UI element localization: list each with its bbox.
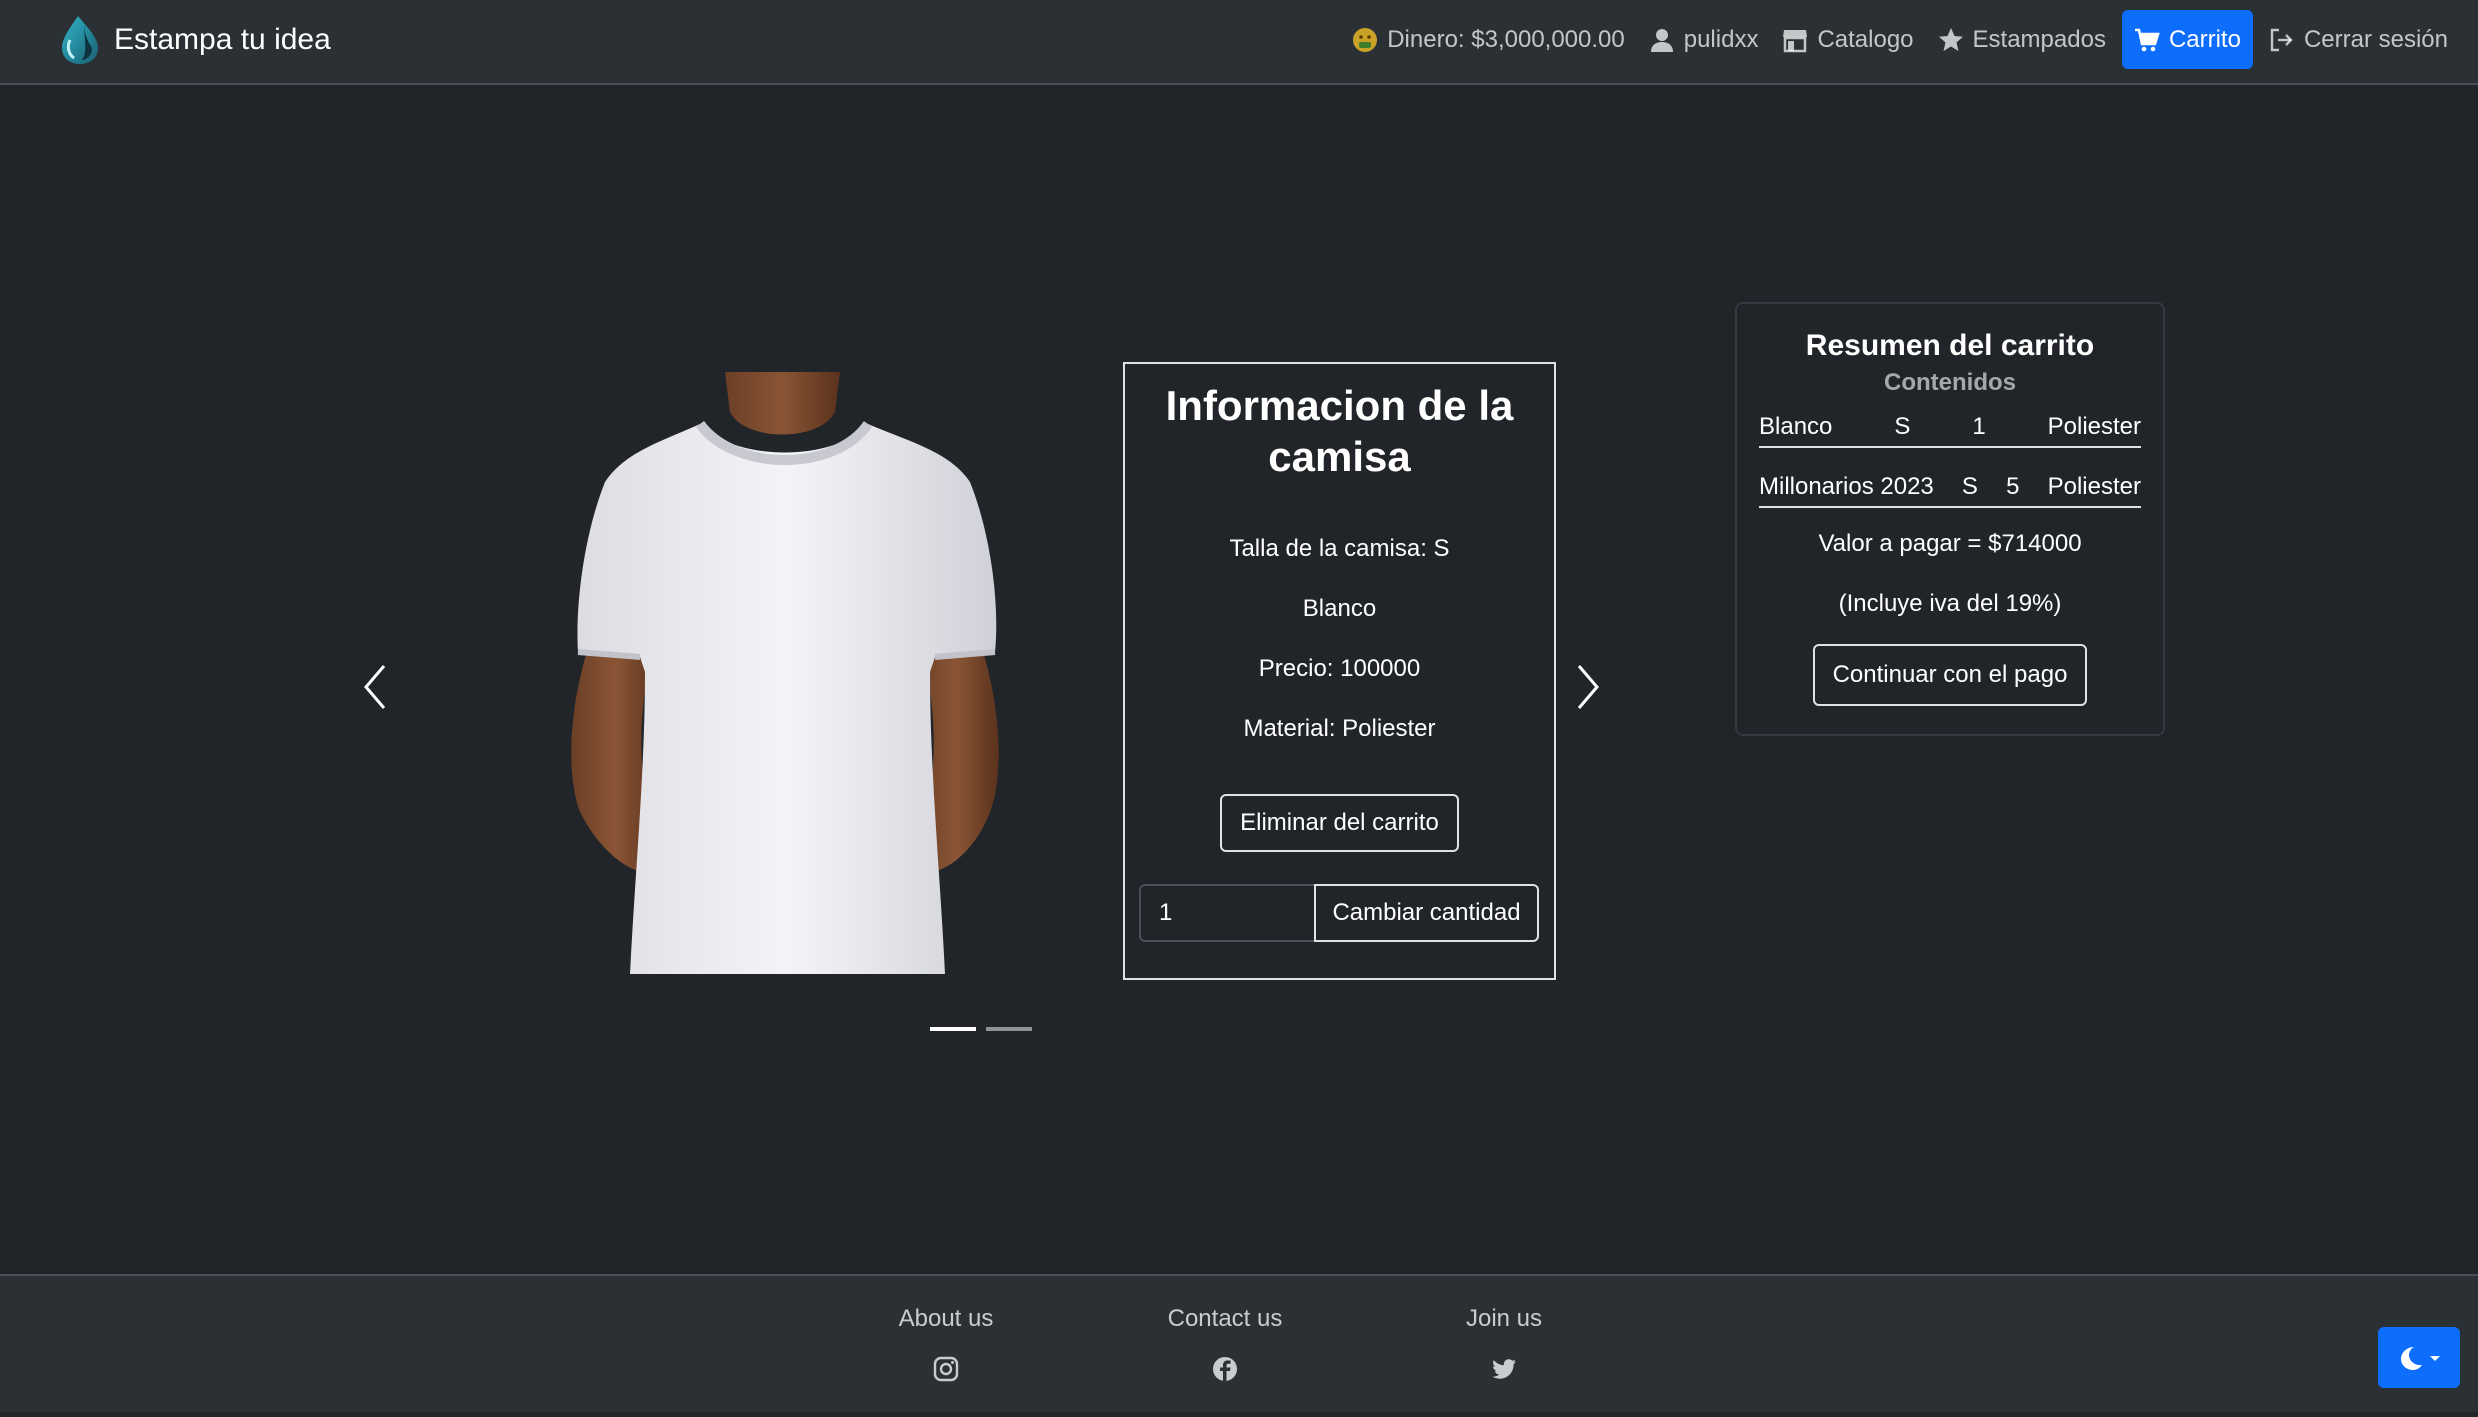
theme-toggle-button[interactable] — [2378, 1327, 2460, 1388]
instagram-icon[interactable] — [933, 1356, 959, 1382]
summary-item-size: S — [1894, 413, 1911, 440]
nav-money: Dinero: $3,000,000.00 — [1340, 10, 1637, 69]
shop-icon — [1783, 29, 1808, 52]
nav-prints[interactable]: Estampados — [1926, 10, 2118, 69]
cart-icon — [2134, 28, 2160, 51]
quantity-group: Cambiar cantidad — [1139, 884, 1539, 942]
page-footer: About us Contact us Join us — [0, 1274, 2478, 1417]
remove-from-cart-button[interactable]: Eliminar del carrito — [1220, 794, 1459, 852]
prints-label: Estampados — [1972, 25, 2106, 53]
footer-bottom-divider — [0, 1412, 2478, 1417]
summary-item-material: Poliester — [2047, 413, 2141, 440]
person-icon — [1650, 28, 1673, 52]
caret-down-icon — [2430, 1355, 2440, 1361]
money-label: Dinero: $3,000,000.00 — [1387, 25, 1625, 53]
cart-label: Carrito — [2168, 25, 2241, 53]
nav-catalog[interactable]: Catalogo — [1770, 10, 1925, 69]
facebook-icon[interactable] — [1212, 1356, 1238, 1382]
product-carousel: Informacion de la camisa Talla de la cam… — [330, 350, 1630, 1040]
carousel-prev-button[interactable] — [345, 652, 405, 722]
nav-cart[interactable]: Carrito — [2121, 10, 2253, 69]
carousel-indicator-1[interactable] — [930, 1027, 976, 1031]
summary-item-material: Poliester — [2047, 473, 2141, 500]
continue-payment-button[interactable]: Continuar con el pago — [1812, 644, 2088, 706]
chevron-left-icon — [364, 665, 386, 709]
carousel-indicator-2[interactable] — [986, 1027, 1032, 1031]
footer-contact: Contact us — [1115, 1304, 1335, 1387]
summary-item: Blanco S 1 Poliester — [1759, 410, 2141, 448]
shirt-info-card: Informacion de la camisa Talla de la cam… — [1123, 362, 1556, 980]
change-quantity-button[interactable]: Cambiar cantidad — [1314, 884, 1539, 942]
brand-name: Estampa tu idea — [114, 23, 331, 56]
summary-total: Valor a pagar = $714000 — [1818, 530, 2082, 557]
summary-iva-note: (Incluye iva del 19%) — [1838, 590, 2062, 617]
catalog-label: Catalogo — [1817, 25, 1914, 53]
quantity-input[interactable] — [1139, 884, 1314, 942]
twitter-icon[interactable] — [1491, 1356, 1517, 1382]
nav-logout[interactable]: Cerrar sesión — [2257, 10, 2460, 69]
logout-icon — [2270, 28, 2293, 51]
shirt-material: Material: Poliester — [1243, 715, 1436, 742]
shirt-price: Precio: 100000 — [1258, 655, 1421, 682]
footer-join-label: Join us — [1465, 1305, 1543, 1332]
summary-item-qty: 5 — [2006, 473, 2020, 500]
summary-title: Resumen del carrito — [1805, 329, 2095, 362]
user-label: pulidxx — [1683, 25, 1759, 53]
white-tshirt-model-image — [571, 372, 999, 974]
summary-item-name: Millonarios 2023 — [1759, 473, 1934, 500]
nav-menu: Dinero: $3,000,000.00 pulidxx Catalogo E… — [1340, 10, 2460, 69]
shirt-info-title: Informacion de la camisa — [1165, 382, 1514, 480]
summary-subtitle: Contenidos — [1884, 369, 2016, 396]
top-navbar: Estampa tu idea Dinero: $3,000,000.00 pu… — [0, 0, 2478, 85]
logout-label: Cerrar sesión — [2303, 25, 2448, 53]
summary-item-size: S — [1961, 473, 1978, 500]
footer-contact-label: Contact us — [1167, 1305, 1283, 1332]
carousel-next-button[interactable] — [1558, 652, 1618, 722]
shirt-size: Talla de la camisa: S — [1229, 535, 1450, 562]
footer-join: Join us — [1394, 1304, 1614, 1387]
summary-item-qty: 1 — [1972, 413, 1986, 440]
moon-icon — [2401, 1346, 2422, 1370]
carousel-indicators — [930, 1027, 1032, 1031]
brand-link[interactable]: Estampa tu idea — [58, 14, 331, 66]
footer-about-label: About us — [898, 1305, 994, 1332]
water-drop-logo — [62, 16, 98, 64]
shirt-image — [550, 372, 1020, 974]
shirt-color: Blanco — [1302, 595, 1377, 622]
summary-item: Millonarios 2023 S 5 Poliester — [1759, 470, 2141, 508]
cart-summary-card: Resumen del carrito Contenidos Blanco S … — [1735, 302, 2165, 736]
star-icon — [1938, 27, 1963, 51]
nav-user[interactable]: pulidxx — [1637, 10, 1771, 69]
chevron-right-icon — [1577, 665, 1599, 709]
summary-item-name: Blanco — [1759, 413, 1833, 440]
footer-about: About us — [836, 1304, 1056, 1387]
money-face-icon — [1353, 27, 1378, 52]
